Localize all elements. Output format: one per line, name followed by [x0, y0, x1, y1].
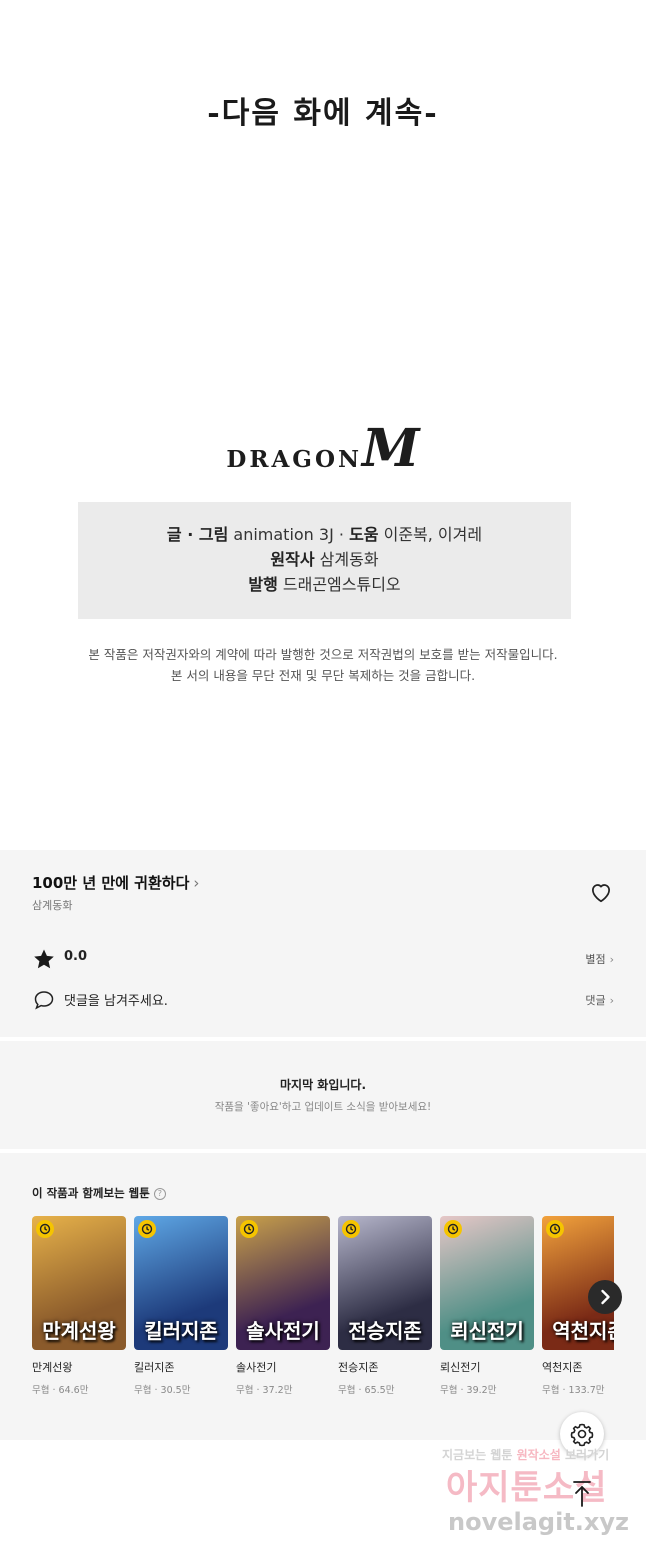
rating-link-label: 별점: [585, 953, 606, 966]
copyright-line-1: 본 작품은 저작권자와의 계약에 따라 발행한 것으로 저작권법의 보호를 받는…: [88, 647, 558, 662]
recommendation-card[interactable]: 만계선왕 만계선왕 무협 · 64.6만: [32, 1216, 126, 1396]
clock-badge-icon: [240, 1220, 258, 1238]
comment-row[interactable]: 댓글을 남겨주세요. 댓글 ›: [32, 988, 614, 1012]
last-episode-notice: 마지막 화입니다. 작품을 '좋아요'하고 업데이트 소식을 받아보세요!: [0, 1041, 646, 1149]
recommendation-carousel: 만계선왕 만계선왕 무협 · 64.6만 킬러지존 킬러지존 무협 · 30.5만 솔사전기…: [32, 1216, 614, 1406]
work-info-card: 100만 년 만에 귀환하다 › 삼계동화 0.0 별점 › 댓글을 남겨주세요. …: [0, 850, 646, 1037]
chevron-right-icon: ›: [609, 994, 614, 1007]
speech-bubble-icon: [34, 991, 54, 1010]
recommendations-title: 이 작품과 함께보는 웹툰: [32, 1186, 150, 1200]
copyright-notice: 본 작품은 저작권자와의 계약에 따라 발행한 것으로 저작권법의 보호를 받는…: [0, 644, 646, 686]
credits-line-publisher: 발행 드래곤엠스튜디오: [78, 572, 571, 597]
recommendation-title[interactable]: 킬러지존: [134, 1359, 228, 1375]
publisher-label: 발행: [248, 575, 278, 594]
recommendation-title[interactable]: 역천지존: [542, 1359, 614, 1375]
rating-value: 0.0: [64, 949, 88, 964]
cover-title-art: 역천지존: [552, 1319, 614, 1343]
recommendation-thumbnail[interactable]: 만계선왕: [32, 1216, 126, 1350]
comment-prompt: 댓글을 남겨주세요.: [64, 994, 168, 1009]
recommendation-meta: 무협 · 65.5만: [338, 1385, 395, 1396]
clock-badge-icon: [138, 1220, 156, 1238]
credits-line-original: 원작사 삼계동화: [78, 547, 571, 572]
recommendation-title[interactable]: 뢰신전기: [440, 1359, 534, 1375]
clock-badge-icon: [36, 1220, 54, 1238]
site-watermark: 지금보는 웹툰 원작소설 보러가기 아지툰소설 novelagit.xyz: [420, 1446, 646, 1556]
like-button[interactable]: [588, 879, 614, 905]
chevron-right-icon: [601, 1289, 610, 1305]
copyright-line-2: 본 서의 내용을 무단 전재 및 무단 복제하는 것을 금합니다.: [170, 668, 476, 683]
recommendations-heading: 이 작품과 함께보는 웹툰?: [32, 1185, 166, 1201]
rating-row: 0.0 별점 ›: [32, 947, 614, 971]
recommendation-title[interactable]: 전승지존: [338, 1359, 432, 1375]
recommendation-meta: 무협 · 37.2만: [236, 1385, 293, 1396]
logo-mark: M: [362, 418, 420, 479]
star-icon: [34, 949, 54, 969]
original-value: 삼계동화: [314, 550, 379, 569]
recommendation-card[interactable]: 뢰신전기 뢰신전기 무협 · 39.2만: [440, 1216, 534, 1396]
recommendation-meta: 무협 · 39.2만: [440, 1385, 497, 1396]
clock-badge-icon: [546, 1220, 564, 1238]
credits-box: 글 · 그림 animation 3J · 도움 이준복, 이겨레 원작사 삼계…: [78, 502, 571, 619]
heart-icon: [592, 884, 610, 903]
recommendation-thumbnail[interactable]: 전승지존: [338, 1216, 432, 1350]
recommendation-card[interactable]: 솔사전기 솔사전기 무협 · 37.2만: [236, 1216, 330, 1396]
scroll-top-button[interactable]: [568, 1476, 596, 1510]
recommendation-card[interactable]: 전승지존 전승지존 무협 · 65.5만: [338, 1216, 432, 1396]
recommendation-thumbnail[interactable]: 솔사전기: [236, 1216, 330, 1350]
recommendation-thumbnail[interactable]: 뢰신전기: [440, 1216, 534, 1350]
carousel-next-button[interactable]: [588, 1280, 622, 1314]
credits-line-writer: 글 · 그림 animation 3J · 도움 이준복, 이겨레: [78, 522, 571, 547]
cover-title-art: 킬러지존: [144, 1319, 218, 1343]
to-be-continued-title: -다음 화에 계속-: [207, 96, 439, 131]
cover-title-art: 전승지존: [348, 1319, 422, 1343]
recommendation-title[interactable]: 솔사전기: [236, 1359, 330, 1375]
episode-end-section: -다음 화에 계속- DRAGONM 글 · 그림 animation 3J ·…: [0, 0, 646, 850]
chevron-right-icon: ›: [193, 874, 200, 892]
original-label: 원작사: [270, 550, 315, 569]
comment-link-label: 댓글: [585, 994, 606, 1007]
watermark-line-3: novelagit.xyz: [448, 1508, 630, 1536]
recommendation-meta: 무협 · 30.5만: [134, 1385, 191, 1396]
logo-word: DRAGON: [226, 446, 363, 473]
recommendation-meta: 무협 · 64.6만: [32, 1385, 89, 1396]
cover-title-art: 솔사전기: [246, 1319, 320, 1343]
recommendation-meta: 무협 · 133.7만: [542, 1385, 605, 1396]
writer-label: 글 · 그림: [166, 525, 229, 544]
assist-label: 도움: [349, 525, 379, 544]
cover-title-art: 뢰신전기: [450, 1319, 524, 1343]
assist-value: 이준복, 이겨레: [378, 525, 483, 544]
recommendation-thumbnail[interactable]: 킬러지존: [134, 1216, 228, 1350]
help-icon[interactable]: ?: [153, 1187, 166, 1200]
work-title: 100만 년 만에 귀환하다: [32, 874, 190, 892]
clock-badge-icon: [444, 1220, 462, 1238]
clock-badge-icon: [342, 1220, 360, 1238]
last-episode-subtitle: 작품을 '좋아요'하고 업데이트 소식을 받아보세요!: [214, 1101, 432, 1113]
last-episode-title: 마지막 화입니다.: [279, 1078, 367, 1092]
work-author: 삼계동화: [32, 899, 73, 912]
publisher-logo: DRAGONM: [0, 423, 646, 475]
publisher-value: 드래곤엠스튜디오: [277, 575, 401, 594]
recommendation-card[interactable]: 킬러지존 킬러지존 무협 · 30.5만: [134, 1216, 228, 1396]
rating-link[interactable]: 별점 ›: [585, 951, 614, 967]
chevron-right-icon: ›: [609, 953, 614, 966]
cover-title-art: 만계선왕: [42, 1319, 116, 1343]
comment-link[interactable]: 댓글 ›: [585, 992, 614, 1008]
work-title-link[interactable]: 100만 년 만에 귀환하다 ›: [32, 872, 199, 893]
writer-value: animation 3J ·: [228, 525, 350, 544]
arrow-up-icon: [573, 1481, 591, 1507]
recommendations-section: 이 작품과 함께보는 웹툰? 만계선왕 만계선왕 무협 · 64.6만 킬러지존 킬러지…: [0, 1153, 646, 1440]
recommendation-title[interactable]: 만계선왕: [32, 1359, 126, 1375]
